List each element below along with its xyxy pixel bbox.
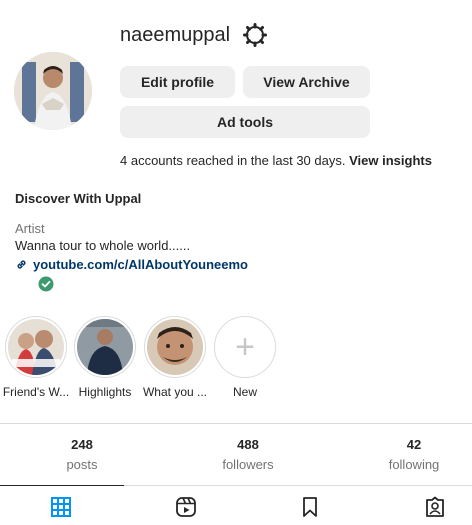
tab-saved[interactable]	[299, 496, 321, 518]
tab-posts-grid[interactable]	[50, 496, 72, 518]
settings-gear-icon[interactable]	[242, 22, 268, 48]
highlight-cover	[77, 319, 133, 375]
followers-count-label: followers	[222, 457, 274, 472]
reels-icon	[176, 497, 196, 517]
saved-icon	[303, 497, 317, 517]
ad-tools-button[interactable]: Ad tools	[120, 106, 370, 138]
stats-divider-top	[0, 423, 472, 424]
profile-category: Artist	[15, 221, 45, 236]
tagged-icon	[426, 496, 444, 517]
tab-tagged[interactable]	[424, 496, 446, 518]
bio-link-row[interactable]: youtube.com/c/AllAboutYouneemo	[15, 257, 248, 272]
new-highlight-button[interactable]: + New	[211, 316, 279, 399]
profile-avatar[interactable]	[14, 52, 92, 130]
following-count[interactable]: 42 following	[354, 437, 472, 472]
reach-text: 4 accounts reached in the last 30 days.	[120, 153, 346, 168]
bio-link[interactable]: youtube.com/c/AllAboutYouneemo	[33, 257, 248, 272]
link-icon	[17, 260, 26, 269]
active-tab-indicator	[0, 485, 124, 486]
followers-count[interactable]: 488 followers	[188, 437, 308, 472]
posts-count-label: posts	[66, 457, 98, 472]
highlight-cover	[147, 319, 203, 375]
username: naeemuppal	[120, 24, 231, 46]
tab-reels[interactable]	[175, 496, 197, 518]
highlight-ring: +	[214, 316, 276, 378]
followers-count-value: 488	[237, 437, 259, 452]
plus-icon: +	[235, 328, 255, 366]
posts-count[interactable]: 248 posts	[22, 437, 142, 472]
following-count-label: following	[388, 457, 440, 472]
highlight-label: New	[232, 385, 257, 399]
highlight-label: What you ...	[142, 385, 208, 399]
highlight-label: Friend's W...	[2, 385, 70, 399]
highlight-highlights[interactable]: Highlights	[71, 316, 139, 399]
posts-count-value: 248	[71, 437, 93, 452]
bio-text: Wanna tour to whole world......	[15, 238, 191, 253]
highlight-ring	[5, 316, 67, 378]
view-insights-link[interactable]: View insights	[349, 153, 432, 168]
highlight-cover	[8, 319, 64, 375]
highlight-what-you[interactable]: What you ...	[141, 316, 209, 399]
insights-summary: 4 accounts reached in the last 30 days. …	[120, 153, 432, 168]
view-archive-button[interactable]: View Archive	[243, 66, 370, 98]
highlight-ring	[144, 316, 206, 378]
following-count-value: 42	[406, 437, 422, 452]
edit-profile-button[interactable]: Edit profile	[120, 66, 235, 98]
highlight-ring	[74, 316, 136, 378]
highlight-label: Highlights	[78, 385, 132, 399]
verified-check-icon	[38, 276, 54, 292]
highlight-friends[interactable]: Friend's W...	[2, 316, 70, 399]
full-name: Discover With Uppal	[15, 191, 142, 206]
grid-icon	[51, 497, 71, 517]
